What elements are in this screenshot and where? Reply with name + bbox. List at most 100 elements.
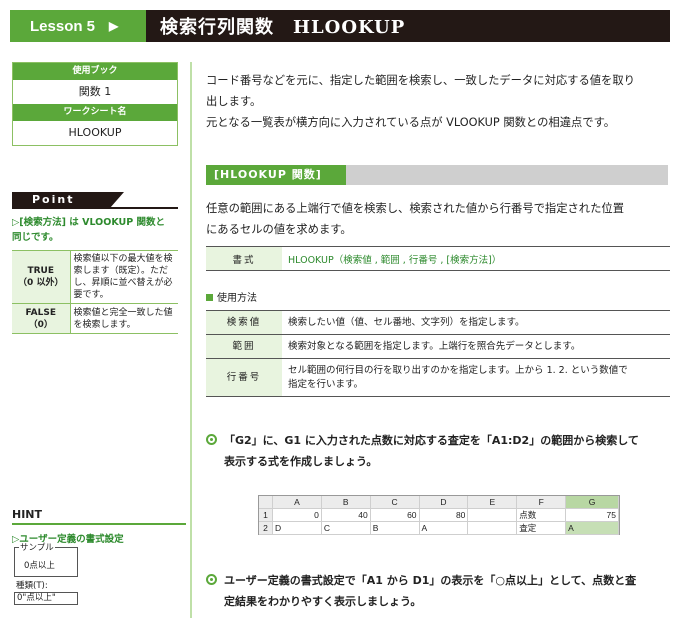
task-line: 表示する式を作成しましょう。 [224, 455, 378, 468]
type-input: 0"点以上" [14, 592, 78, 605]
point-heading-line: 同じです。 [12, 232, 59, 243]
task-line: 定結果をわかりやすく表示しましょう。 [224, 595, 422, 608]
arg-desc-line: 検索対象となる範囲を指定します。上端行を照合先データとします。 [288, 340, 581, 352]
key-line: （0 以外） [18, 278, 64, 288]
arg-key: 範囲 [206, 334, 282, 359]
section-label: [HLOOKUP 関数] [206, 165, 346, 185]
play-arrow-icon: ▶ [109, 19, 119, 33]
intro-line: 出します。 [206, 95, 262, 108]
sample-group: サンプル 0点以上 [14, 542, 78, 577]
sample-label: サンプル [19, 542, 55, 554]
selected-cell[interactable]: A [566, 522, 619, 535]
cell[interactable]: C [321, 522, 371, 535]
syntax-value: HLOOKUP（検索値 , 範囲 , 行番号 , [検索方法]） [282, 246, 670, 271]
task-line: ユーザー定義の書式設定で「A1 から D1」の表示を「○点以上」として、点数と査 [224, 574, 637, 587]
usage-label: 使用方法 [217, 293, 257, 304]
cell[interactable]: 査定 [517, 522, 567, 535]
hint-divider [12, 523, 186, 525]
column-header: G [566, 496, 619, 509]
column-header: F [517, 496, 567, 509]
intro-line: 元となる一覧表が横方向に入力されている点が VLOOKUP 関数との相違点です。 [206, 116, 616, 129]
arguments-table: 検索値 検索したい値（値、セル番地、文字列）を指定します。 範囲 検索対象となる… [206, 310, 670, 397]
spreadsheet-excerpt: A B C D E F G 1 0 40 60 80 点数 75 2 D C B… [258, 495, 620, 535]
column-header-row: A B C D E F G [259, 496, 619, 509]
usage-heading: 使用方法 [206, 289, 257, 304]
cell[interactable]: A [419, 522, 469, 535]
row-number: 1 [259, 509, 273, 522]
workbook-header: 使用ブック [13, 63, 177, 80]
arg-desc: セル範囲の何行目の行を取り出すのかを指定します。上から 1. 2. という数値で… [282, 358, 670, 397]
point-heading-line: ▷[検索方法] は VLOOKUP 関数と [12, 217, 166, 228]
column-header: B [321, 496, 371, 509]
circle-bullet-icon [206, 574, 217, 585]
lesson-badge: Lesson 5 ▶ [10, 10, 146, 42]
sheet-header: ワークシート名 [13, 104, 177, 121]
table-row: FALSE （0） 検索値と完全一致した値を検索します。 [12, 303, 178, 334]
cell[interactable]: 0 [272, 509, 322, 522]
cell[interactable] [468, 522, 518, 535]
table-key: FALSE （0） [12, 303, 71, 334]
arg-desc-line: セル範囲の何行目の行を取り出すのかを指定します。上から 1. 2. という数値で [288, 364, 628, 376]
search-method-table: TRUE （0 以外） 検索値以下の最大値を検索します（既定）。ただし、昇順に並… [12, 250, 178, 334]
table-desc: 検索値以下の最大値を検索します（既定）。ただし、昇順に並べ替えが必要です。 [70, 250, 178, 304]
cell[interactable]: D [272, 522, 322, 535]
circle-bullet-icon [206, 434, 217, 445]
square-icon [206, 294, 213, 301]
column-header: A [272, 496, 322, 509]
format-dialog-snippet: サンプル 0点以上 種類(T): 0"点以上" [14, 542, 78, 609]
lesson-header: Lesson 5 ▶ 検索行列関数 HLOOKUP [10, 10, 670, 42]
column-header: E [468, 496, 518, 509]
syntax-key: 書式 [206, 246, 282, 271]
syntax-table: 書式 HLOOKUP（検索値 , 範囲 , 行番号 , [検索方法]） [206, 246, 670, 271]
table-key: TRUE （0 以外） [12, 250, 71, 304]
section-description: 任意の範囲にある上端行で値を検索し、検索された値から行番号で指定された位置 にあ… [206, 198, 670, 240]
cell[interactable]: 60 [370, 509, 420, 522]
desc-line: 任意の範囲にある上端行で値を検索し、検索された値から行番号で指定された位置 [206, 202, 624, 215]
type-label: 種類(T): [16, 581, 48, 591]
task-1: 「G2」に、G1 に入力された点数に対応する査定を「A1:D2」の範囲から検索し… [206, 430, 674, 472]
arg-desc: 検索したい値（値、セル番地、文字列）を指定します。 [282, 310, 670, 335]
key-line: FALSE [25, 307, 56, 318]
table-row: 行番号 セル範囲の何行目の行を取り出すのかを指定します。上から 1. 2. とい… [206, 358, 670, 397]
row-number: 2 [259, 522, 273, 535]
key-line: TRUE [27, 266, 55, 276]
cell[interactable]: 75 [566, 509, 619, 522]
cell[interactable]: 40 [321, 509, 371, 522]
table-row: 書式 HLOOKUP（検索値 , 範囲 , 行番号 , [検索方法]） [206, 246, 670, 271]
table-row: 範囲 検索対象となる範囲を指定します。上端行を照合先データとします。 [206, 334, 670, 359]
table-row: 検索値 検索したい値（値、セル番地、文字列）を指定します。 [206, 310, 670, 335]
column-divider [190, 62, 192, 618]
arg-desc-line: 指定を行います。 [288, 378, 364, 390]
arg-desc-line: 検索したい値（値、セル番地、文字列）を指定します。 [288, 316, 525, 328]
task-2: ユーザー定義の書式設定で「A1 から D1」の表示を「○点以上」として、点数と査… [206, 570, 674, 612]
sample-value: 0点以上 [24, 561, 55, 571]
arg-desc: 検索対象となる範囲を指定します。上端行を照合先データとします。 [282, 334, 670, 359]
intro-text: コード番号などを元に、指定した範囲を検索し、一致したデータに対応する値を取り 出… [206, 70, 672, 133]
cell[interactable] [468, 509, 518, 522]
page-title: 検索行列関数 HLOOKUP [160, 17, 406, 38]
hint-title: HINT [12, 508, 43, 521]
desc-line: にあるセルの値を求めます。 [206, 223, 352, 236]
column-header: C [370, 496, 420, 509]
sheet-row: 2 D C B A 査定 A [259, 522, 619, 535]
cell[interactable]: B [370, 522, 420, 535]
point-tab: Point [12, 192, 124, 208]
lesson-number: Lesson 5 [30, 17, 96, 35]
key-line: （0） [28, 319, 53, 330]
intro-line: コード番号などを元に、指定した範囲を検索し、一致したデータに対応する値を取り [206, 74, 635, 87]
table-row: TRUE （0 以外） 検索値以下の最大値を検索します（既定）。ただし、昇順に並… [12, 250, 178, 304]
cell[interactable]: 点数 [517, 509, 567, 522]
cell[interactable]: 80 [419, 509, 469, 522]
table-desc: 検索値と完全一致した値を検索します。 [70, 303, 178, 334]
sheet-row: 1 0 40 60 80 点数 75 [259, 509, 619, 522]
corner-cell [259, 496, 273, 509]
column-header: D [419, 496, 469, 509]
task-line: 「G2」に、G1 に入力された点数に対応する査定を「A1:D2」の範囲から検索し… [224, 434, 639, 447]
point-divider [12, 207, 178, 209]
sheet-name: HLOOKUP [68, 126, 122, 139]
workbook-name: 関数 1 [78, 85, 112, 98]
workbook-info-box: 使用ブック 関数 1 ワークシート名 HLOOKUP [12, 62, 178, 146]
arg-key: 検索値 [206, 310, 282, 335]
point-heading: ▷[検索方法] は VLOOKUP 関数と 同じです。 [12, 215, 182, 245]
arg-key: 行番号 [206, 358, 282, 397]
